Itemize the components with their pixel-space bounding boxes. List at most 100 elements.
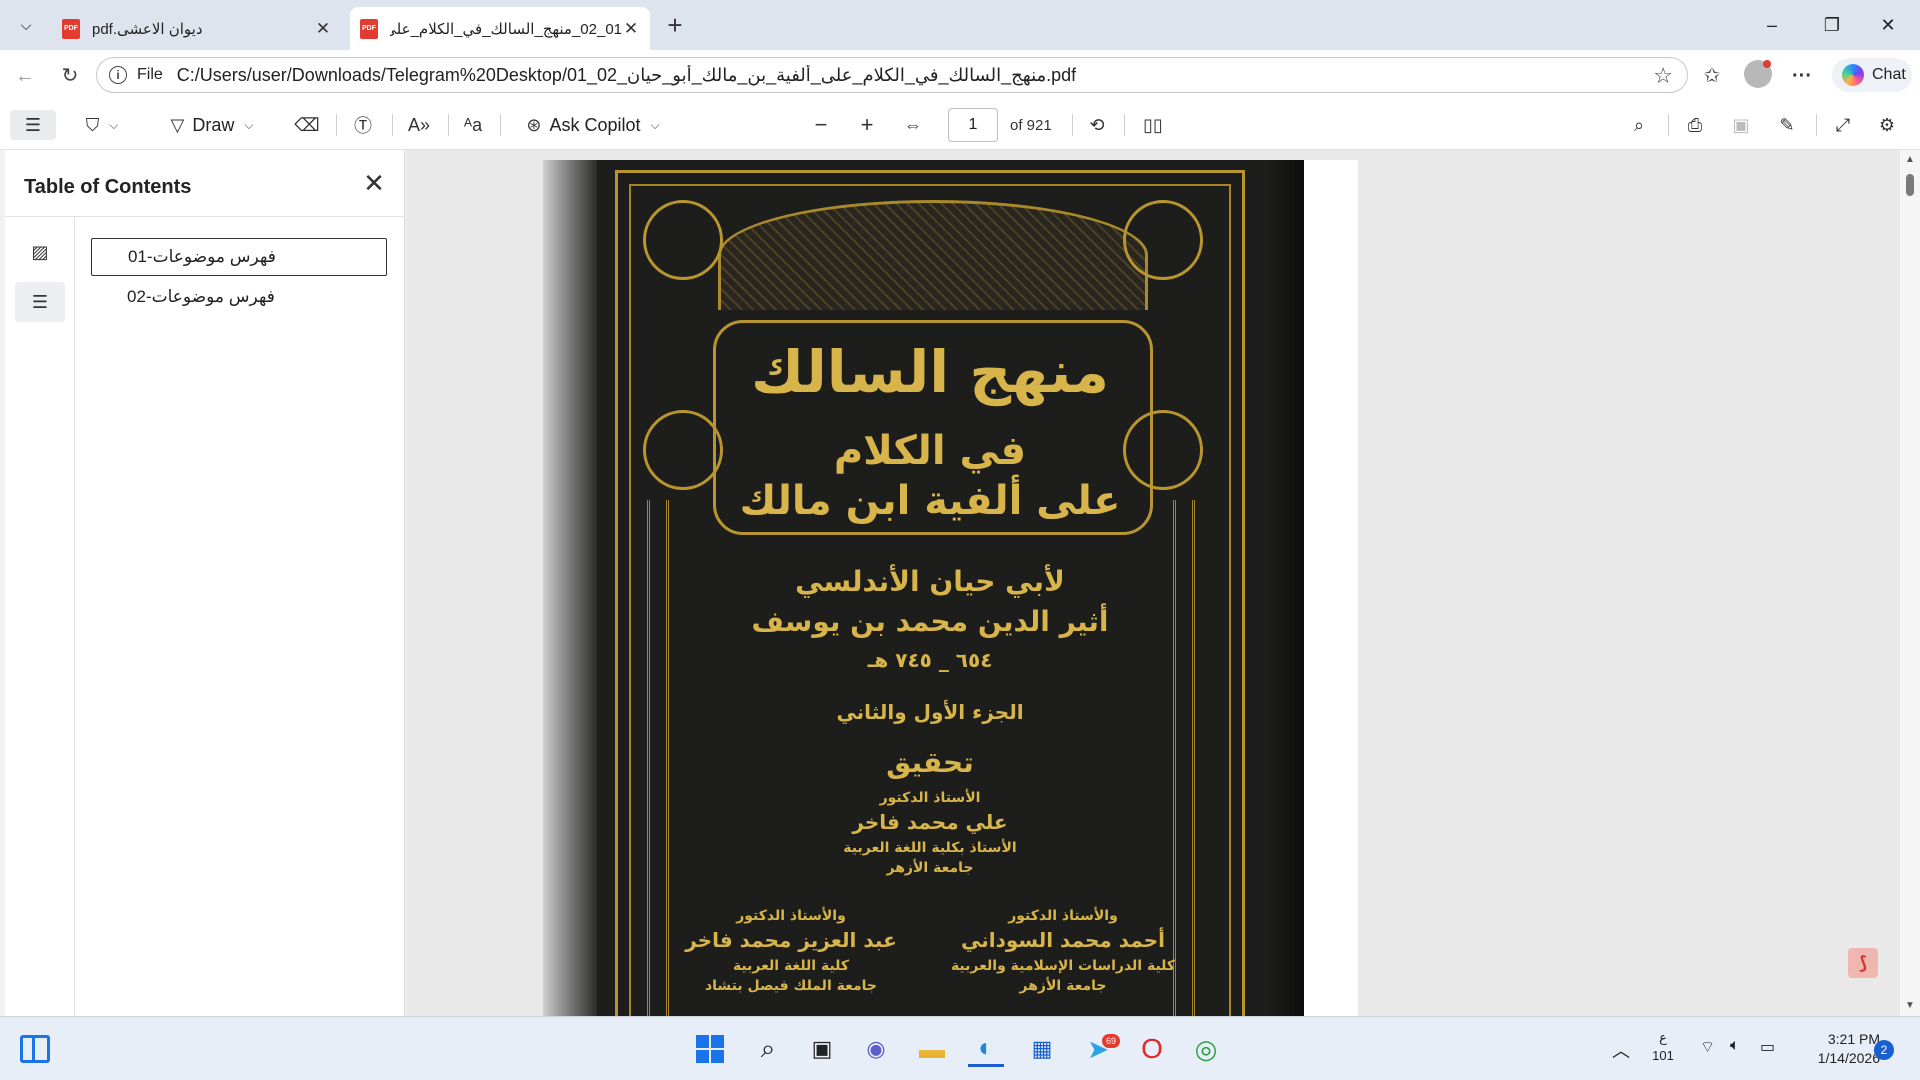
toc-header: Table of Contents ✕ (5, 150, 405, 217)
zoom-in-button[interactable]: + (852, 110, 882, 140)
list-icon: ☰ (24, 114, 42, 135)
language-glyph: ع (1659, 1030, 1667, 1045)
chevron-down-icon: ⌵ (650, 117, 660, 132)
volume-muted-icon[interactable]: 🔈︎ (1730, 1037, 1740, 1055)
translate-button[interactable]: ᴬa (458, 110, 488, 140)
toolbar-divider (1816, 114, 1817, 136)
input-language-indicator[interactable]: ع 101 (1650, 1029, 1676, 1065)
text-box-icon: Ⓣ (354, 116, 372, 136)
close-window-button[interactable]: ✕ (1866, 10, 1910, 40)
highlight-button[interactable]: ⛉ ⌵ (74, 110, 130, 140)
cover-spine-shadow (543, 160, 597, 1016)
save-icon: ▣ (1732, 114, 1750, 135)
scheme-label: File (137, 66, 163, 83)
search-taskbar-icon[interactable]: ⌕ (750, 1031, 786, 1067)
close-tab-icon[interactable]: ✕ (622, 19, 640, 39)
show-hidden-icons-button[interactable]: ︿ (1612, 1037, 1630, 1063)
save-as-icon: ✎ (1779, 114, 1795, 135)
cover-author-line2: أثير الدين محمد بن يوسف (751, 605, 1109, 638)
print-button[interactable]: ⎙ (1680, 110, 1710, 140)
tab-diwan[interactable]: PDF ديوان الاعشى.pdf ✕ (52, 7, 342, 50)
scrollbar-thumb[interactable] (1906, 174, 1914, 196)
scroll-up-icon[interactable]: ▲ (1905, 154, 1915, 165)
save-as-button[interactable]: ✎ (1772, 110, 1802, 140)
battery-icon[interactable]: ▭ (1760, 1037, 1775, 1057)
rotate-button[interactable]: ⟲ (1082, 110, 1112, 140)
widgets-icon[interactable] (20, 1035, 50, 1063)
scroll-down-icon[interactable]: ▼ (1905, 1000, 1915, 1011)
toolbar-divider (1072, 114, 1073, 136)
page-number-input[interactable]: 1 (948, 108, 998, 142)
maximize-button[interactable]: ❐ (1810, 10, 1854, 40)
teams-chat-icon[interactable]: ◉ (858, 1031, 894, 1067)
cover-left-affiliation: كلية اللغة العربية (732, 958, 850, 974)
search-button[interactable]: ⌕ (1624, 110, 1654, 140)
cover-edition-label: تحقيق (886, 746, 974, 779)
document-viewport[interactable]: منهج السالك في الكلام على ألفية ابن مالك… (406, 150, 1900, 1016)
settings-button[interactable]: ⚙ (1872, 110, 1902, 140)
table-of-contents-toggle[interactable]: ☰ (10, 110, 56, 140)
chevron-down-icon: ⌵ (244, 117, 254, 132)
draw-button[interactable]: ▽ Draw ⌵ (156, 110, 268, 140)
back-button[interactable]: ← (10, 62, 40, 90)
cover-right-name: أحمد محمد السوداني (960, 928, 1166, 952)
chrome-icon[interactable]: ◎ (1188, 1031, 1224, 1067)
acrobat-icon[interactable]: ⟆ (1848, 948, 1878, 978)
task-view-icon[interactable]: ▣ (804, 1031, 840, 1067)
save-button[interactable]: ▣ (1726, 110, 1756, 140)
contents-tab[interactable]: ☰ (15, 282, 65, 322)
cover-title-line2: في الكلام (833, 428, 1027, 474)
file-explorer-icon[interactable]: ▬ (914, 1031, 950, 1067)
info-icon[interactable]: i (109, 66, 127, 84)
edge-browser-icon[interactable]: ◐ (968, 1031, 1004, 1067)
cover-dates: ٦٥٤ _ ٧٤٥ هـ (867, 648, 993, 672)
favorite-star-icon[interactable]: ☆ (1653, 63, 1673, 89)
windows-logo-icon (696, 1035, 724, 1063)
url-text[interactable]: C:/Users/user/Downloads/Telegram%20Deskt… (177, 65, 1076, 86)
add-text-button[interactable]: Ⓣ (348, 110, 378, 140)
close-toc-button[interactable]: ✕ (359, 168, 389, 199)
more-options-icon[interactable]: ··· (1786, 62, 1818, 90)
arrow-left-icon: ← (15, 65, 35, 87)
erase-button[interactable]: ⌫ (292, 110, 322, 140)
copilot-chat-button[interactable]: Chat (1832, 58, 1912, 92)
new-tab-button[interactable]: + (660, 12, 690, 40)
tab-manhaj[interactable]: PDF 01_02_منهج_السالك_في_الكلام_على_ألفي… (350, 7, 650, 50)
page-view-icon: ▯▯ (1143, 114, 1163, 135)
close-tab-icon[interactable]: ✕ (314, 19, 332, 39)
ask-copilot-button[interactable]: ⊛ Ask Copilot ⌵ (518, 110, 668, 140)
toolbar-divider (1668, 114, 1669, 136)
system-clock[interactable]: 3:21 PM 1/14/2026 (1790, 1030, 1880, 1068)
page-view-button[interactable]: ▯▯ (1138, 110, 1168, 140)
zoom-out-button[interactable]: − (806, 110, 836, 140)
book-cover-image: منهج السالك في الكلام على ألفية ابن مالك… (543, 160, 1304, 1016)
start-button[interactable] (692, 1031, 728, 1067)
thumbnails-tab[interactable]: ▨ (15, 232, 65, 272)
toc-item-01[interactable]: فهرس موضوعات-01 (91, 238, 387, 276)
fit-width-icon: ⇔ (904, 114, 922, 135)
sidebar-rail: ▨ ☰ (5, 217, 75, 1016)
favorites-icon[interactable]: ✩ (1696, 62, 1728, 90)
pdf-file-icon: PDF (360, 18, 378, 39)
cover-arch-ornament (718, 200, 1148, 310)
draw-label: Draw (192, 114, 235, 135)
refresh-icon: ↻ (61, 65, 79, 87)
notification-count-badge[interactable]: 2 (1874, 1040, 1894, 1060)
microsoft-store-icon[interactable]: ▦ (1024, 1031, 1060, 1067)
cover-corner-ornament (1123, 200, 1203, 280)
list-icon: ☰ (31, 291, 49, 312)
minimize-button[interactable]: – (1750, 10, 1794, 40)
fit-to-width-button[interactable]: ⇔ (898, 110, 928, 140)
refresh-button[interactable]: ↻ (55, 62, 85, 90)
chat-label: Chat (1872, 66, 1906, 83)
address-bar[interactable]: i File C:/Users/user/Downloads/Telegram%… (96, 57, 1688, 93)
opera-icon[interactable]: O (1134, 1031, 1170, 1067)
tab-actions-menu-button[interactable]: ⌵ (10, 10, 42, 40)
cover-title-line1: منهج السالك (750, 338, 1110, 406)
toc-item-02[interactable]: فهرس موضوعات-02 (91, 278, 387, 316)
fullscreen-button[interactable]: ⤢ (1828, 110, 1858, 140)
wifi-icon[interactable]: ⌔ (1700, 1037, 1715, 1057)
read-aloud-button[interactable]: A» (404, 110, 434, 140)
vertical-scrollbar[interactable]: ▲ ▼ (1900, 150, 1920, 1016)
rotate-icon: ⟲ (1089, 114, 1105, 135)
